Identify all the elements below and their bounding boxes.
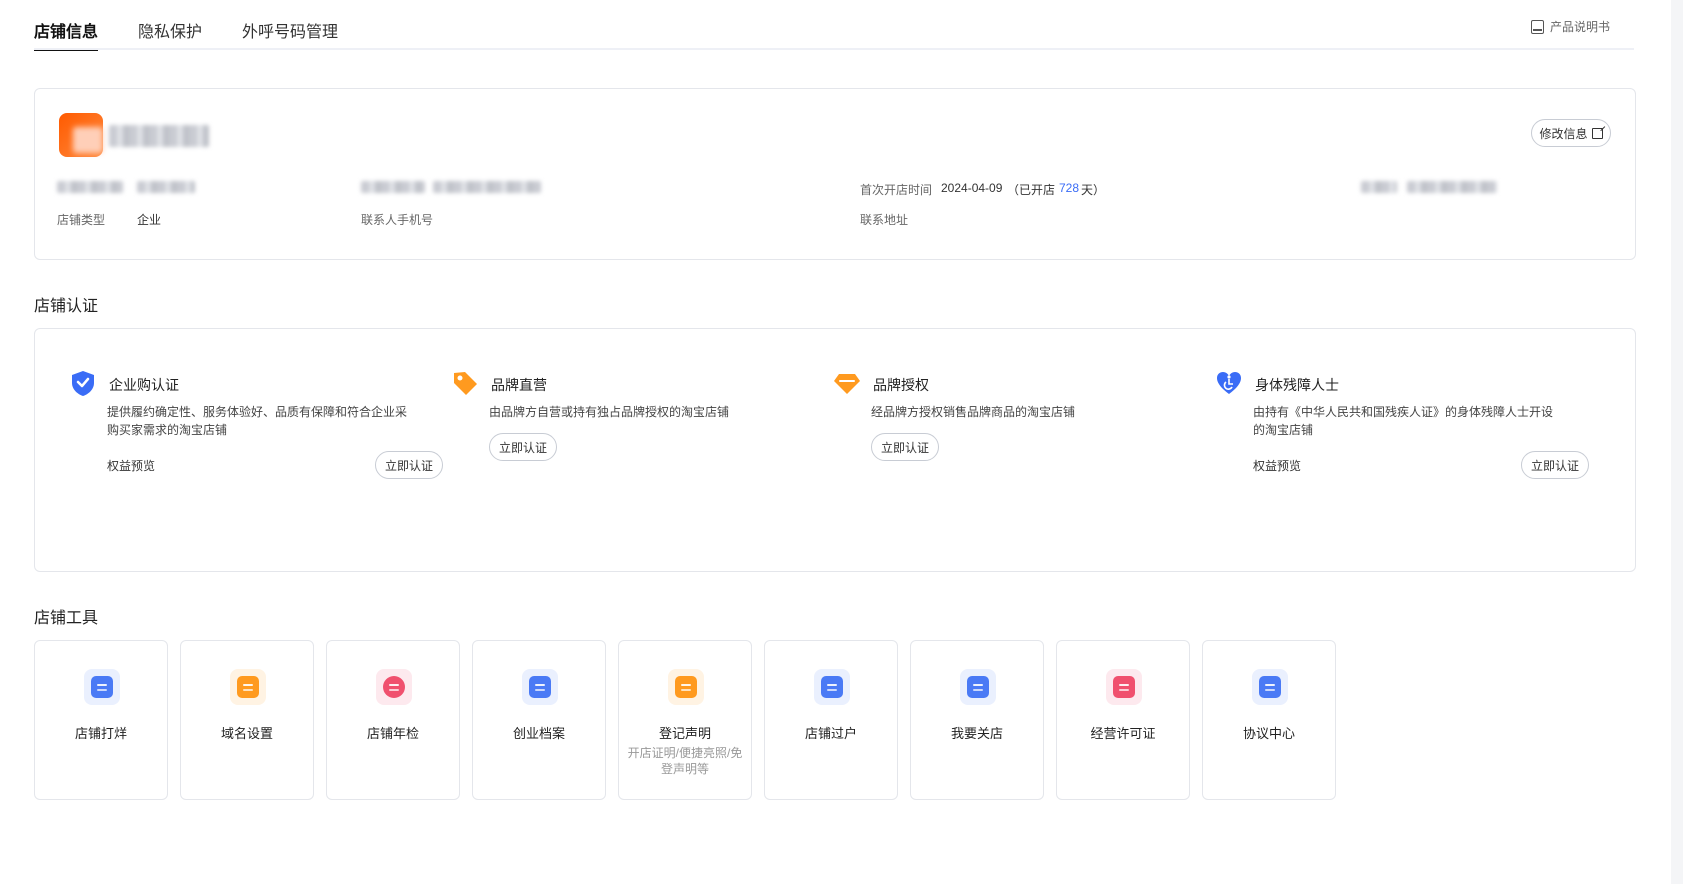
book-icon bbox=[1531, 19, 1544, 34]
domain-icon bbox=[230, 669, 266, 705]
benefit-preview-link[interactable]: 权益预览 bbox=[1253, 457, 1301, 474]
tool-label: 登记声明 bbox=[658, 726, 711, 741]
tool-business-license[interactable]: 经营许可证 bbox=[1056, 640, 1190, 800]
agreement-icon bbox=[1252, 669, 1288, 705]
misc-label-redacted bbox=[1361, 181, 1397, 193]
tool-shop-close[interactable]: 店铺打烊 bbox=[34, 640, 168, 800]
cert-desc: 提供履约确定性、服务体验好、品质有保障和符合企业采购买家需求的淘宝店铺 bbox=[107, 405, 408, 437]
open-date-value: 2024-04-09 bbox=[941, 181, 1003, 195]
tabs-divider bbox=[34, 48, 1634, 50]
license-folder-icon bbox=[1106, 669, 1142, 705]
tab-shop-info[interactable]: 店铺信息 bbox=[34, 18, 98, 42]
shop-close-icon bbox=[84, 669, 120, 705]
page-scrollbar[interactable] bbox=[1671, 0, 1683, 884]
tab-outbound-number-management[interactable]: 外呼号码管理 bbox=[242, 18, 338, 42]
close-shop-icon bbox=[960, 669, 996, 705]
tool-annual-inspection[interactable]: 店铺年检 bbox=[326, 640, 460, 800]
tool-label: 经营许可证 bbox=[1090, 726, 1156, 741]
contact-label-redacted bbox=[361, 181, 425, 193]
cert-title: 品牌直营 bbox=[491, 377, 547, 393]
tool-registration-declaration[interactable]: 登记声明 开店证明/便捷亮照/免登声明等 bbox=[618, 640, 752, 800]
cert-panel: 企业购认证 提供履约确定性、服务体验好、品质有保障和符合企业采购买家需求的淘宝店… bbox=[34, 328, 1636, 572]
address-label: 联系地址 bbox=[860, 213, 909, 227]
diamond-icon bbox=[834, 374, 860, 394]
account-value-redacted bbox=[137, 181, 195, 193]
account-label-redacted bbox=[57, 181, 123, 193]
cert-title: 品牌授权 bbox=[873, 377, 929, 393]
top-tabs: 店铺信息 隐私保护 外呼号码管理 bbox=[34, 12, 1634, 52]
tool-domain-settings[interactable]: 域名设置 bbox=[180, 640, 314, 800]
declaration-icon bbox=[668, 669, 704, 705]
product-manual-link[interactable]: 产品说明书 bbox=[1531, 18, 1610, 35]
cert-desc: 由持有《中华人民共和国残疾人证》的身体残障人士开设的淘宝店铺 bbox=[1253, 405, 1554, 437]
tag-icon bbox=[454, 372, 477, 395]
tool-label: 域名设置 bbox=[220, 726, 273, 741]
archive-icon bbox=[522, 669, 558, 705]
tool-sublabel: 开店证明/便捷亮照/免登声明等 bbox=[627, 746, 743, 776]
benefit-preview-link[interactable]: 权益预览 bbox=[107, 457, 155, 474]
transfer-icon bbox=[814, 669, 850, 705]
tool-close-shop[interactable]: 我要关店 bbox=[910, 640, 1044, 800]
misc-value-redacted bbox=[1407, 181, 1497, 193]
inspection-shield-icon bbox=[376, 669, 412, 705]
open-days-count: 728 bbox=[1059, 181, 1080, 195]
cert-desc: 由品牌方自营或持有独占品牌授权的淘宝店铺 bbox=[489, 405, 730, 419]
product-manual-label: 产品说明书 bbox=[1550, 20, 1611, 34]
tool-label: 店铺打烊 bbox=[74, 726, 127, 741]
shop-name-redacted bbox=[109, 125, 209, 147]
open-days-prefix: （已开店 bbox=[1007, 183, 1056, 197]
tool-label: 我要关店 bbox=[950, 726, 1003, 741]
open-time-label: 首次开店时间 bbox=[860, 183, 933, 197]
shop-type-value: 企业 bbox=[137, 213, 162, 227]
tool-label: 店铺过户 bbox=[804, 726, 857, 741]
tools-section-title: 店铺工具 bbox=[34, 610, 99, 627]
tool-label: 店铺年检 bbox=[366, 726, 419, 741]
open-days-suffix: 天） bbox=[1081, 183, 1106, 197]
tool-agreement-center[interactable]: 协议中心 bbox=[1202, 640, 1336, 800]
edit-info-button[interactable]: 修改信息 bbox=[1531, 119, 1611, 147]
external-link-icon bbox=[1591, 127, 1603, 139]
shop-info-panel: 修改信息 首次开店时间 2024-04-09 （已开店 728 天） 店铺类型 … bbox=[34, 88, 1636, 260]
certify-now-button[interactable]: 立即认证 bbox=[871, 433, 939, 461]
cert-desc: 经品牌方授权销售品牌商品的淘宝店铺 bbox=[871, 405, 1076, 419]
certify-now-button[interactable]: 立即认证 bbox=[489, 433, 557, 461]
heart-accessibility-icon bbox=[1217, 372, 1241, 394]
tool-startup-archive[interactable]: 创业档案 bbox=[472, 640, 606, 800]
shield-check-icon bbox=[72, 371, 94, 396]
edit-info-label: 修改信息 bbox=[1539, 126, 1588, 141]
contact-value-redacted bbox=[433, 181, 541, 193]
shop-type-label: 店铺类型 bbox=[57, 213, 106, 227]
contact-phone-label: 联系人手机号 bbox=[361, 213, 434, 227]
tab-privacy-protection[interactable]: 隐私保护 bbox=[138, 18, 202, 42]
tool-label: 创业档案 bbox=[512, 726, 565, 741]
certify-now-button[interactable]: 立即认证 bbox=[375, 451, 443, 479]
shop-logo bbox=[59, 113, 103, 157]
certify-now-button[interactable]: 立即认证 bbox=[1521, 451, 1589, 479]
cert-section-title: 店铺认证 bbox=[34, 298, 99, 315]
cert-title: 身体残障人士 bbox=[1255, 377, 1339, 393]
cert-title: 企业购认证 bbox=[109, 377, 179, 393]
tool-label: 协议中心 bbox=[1242, 726, 1295, 741]
tool-shop-transfer[interactable]: 店铺过户 bbox=[764, 640, 898, 800]
